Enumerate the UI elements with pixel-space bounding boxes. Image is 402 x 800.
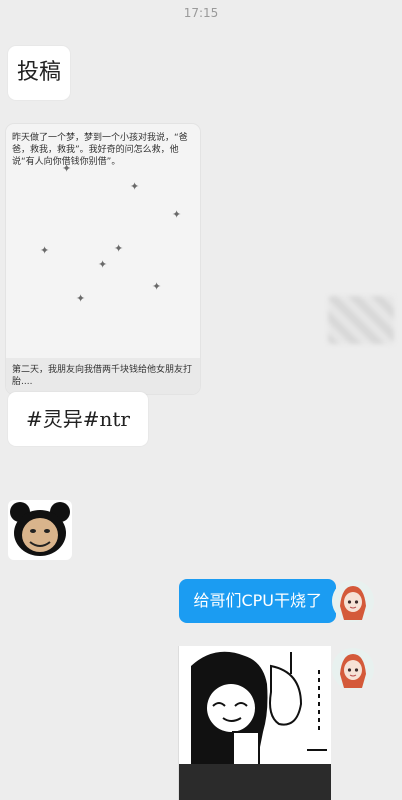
- figure-mark: ✦: [172, 208, 182, 221]
- card-top-text: 昨天做了一个梦，梦到一个小孩对我说，“爸爸，救我，救我”。我好奇的问怎么救，他说…: [12, 133, 188, 167]
- blurred-thumbnail: [328, 296, 394, 344]
- anime-avatar-icon[interactable]: [332, 580, 374, 622]
- message-bubble-tags[interactable]: #灵异#ntr: [8, 392, 148, 446]
- figure-mark: ✦: [76, 292, 86, 305]
- message-timestamp: 17:15: [183, 6, 219, 20]
- message-text: #灵异#ntr: [26, 407, 130, 431]
- figure-mark: ✦: [130, 180, 140, 193]
- message-text: 给哥们CPU干烧了: [193, 591, 322, 610]
- figure-mark: ✦: [98, 258, 108, 271]
- figure-mark: ✦: [40, 244, 50, 257]
- figure-mark: ✦: [152, 280, 162, 293]
- card-bottom-text: 第二天，我朋友向我借两千块钱给他女朋友打胎....: [12, 365, 193, 387]
- figure-mark: ✦: [114, 242, 124, 255]
- figure-mark: ✦: [62, 162, 72, 175]
- panda-meme-sticker-icon[interactable]: [8, 500, 72, 560]
- message-text: 投稿: [16, 60, 61, 85]
- message-bubble-self[interactable]: 给哥们CPU干烧了: [179, 579, 336, 623]
- message-image-card[interactable]: 昨天做了一个梦，梦到一个小孩对我说，“爸爸，救我，救我”。我好奇的问怎么救，他说…: [6, 124, 200, 394]
- anime-avatar-icon[interactable]: [332, 648, 374, 690]
- message-bubble-post[interactable]: 投稿: [8, 46, 70, 100]
- message-image-manga[interactable]: [178, 646, 331, 800]
